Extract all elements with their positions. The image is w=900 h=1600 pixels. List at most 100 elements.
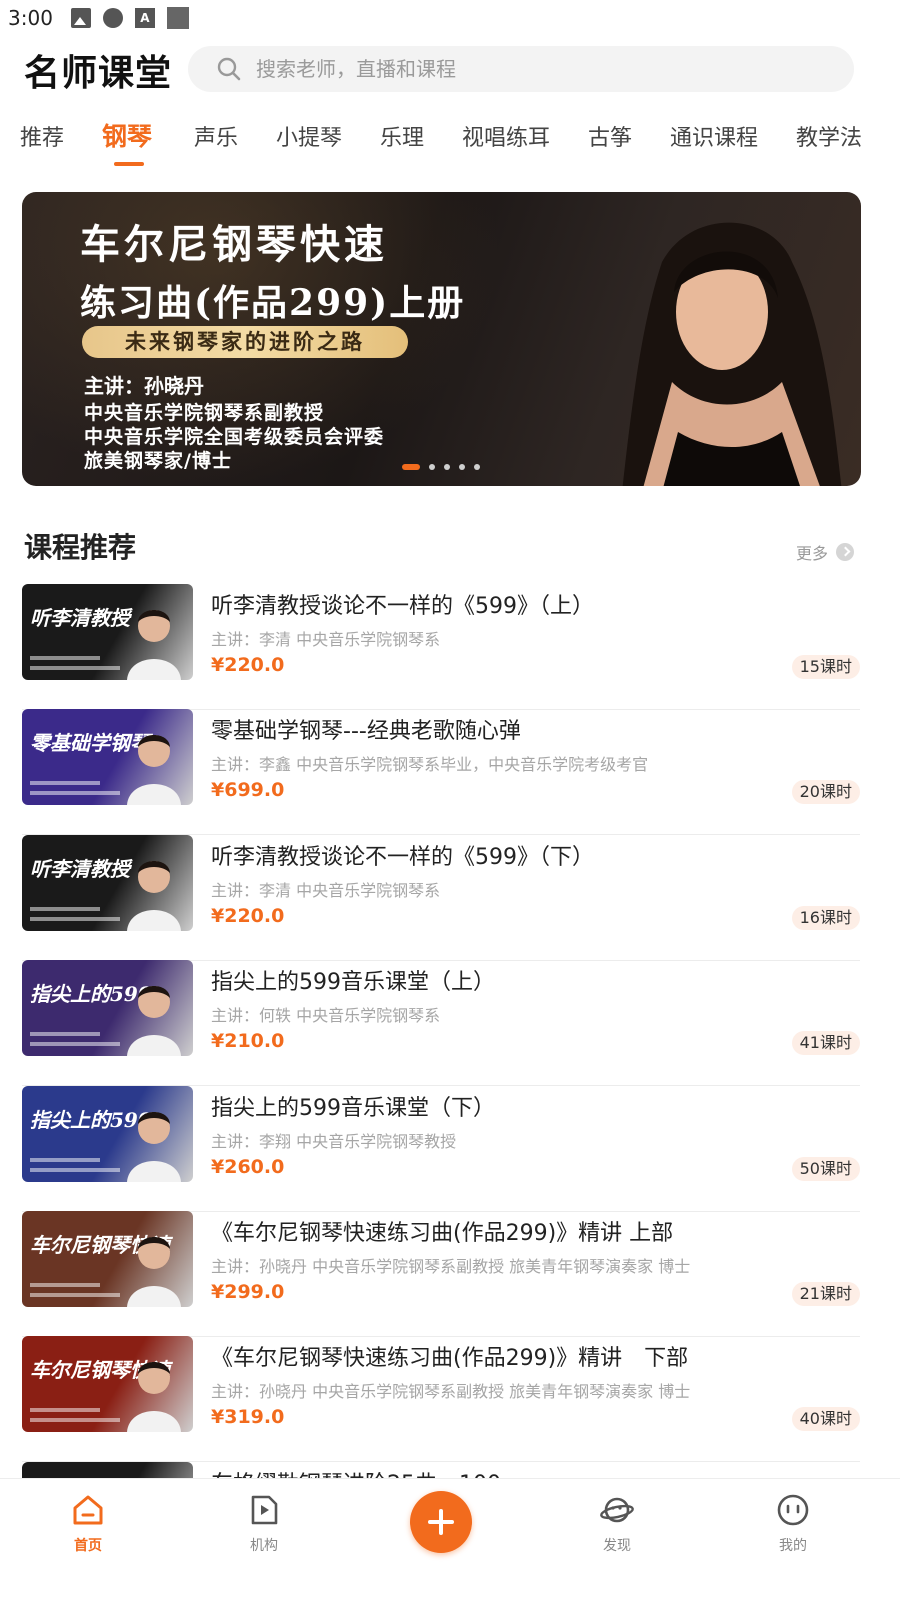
teacher-portrait — [127, 610, 181, 680]
lesson-count-badge: 41课时 — [791, 1031, 860, 1056]
tab-piano[interactable]: 钢琴 — [102, 117, 152, 153]
lesson-count-badge: 50课时 — [791, 1156, 860, 1181]
course-price: ¥699.0 — [211, 779, 285, 802]
course-item[interactable]: 零基础学钢琴 零基础学钢琴---经典老歌随心弹主讲：李鑫 中央音乐学院钢琴系毕业，… — [22, 709, 860, 836]
nav-profile[interactable]: 我的 — [753, 1493, 833, 1555]
tab-pedagogy[interactable]: 教学法 — [796, 120, 862, 152]
tab-violin[interactable]: 小提琴 — [276, 120, 342, 152]
face-icon — [777, 1494, 809, 1526]
banner-title-line2: 练习曲(作品299)上册 — [80, 282, 466, 324]
thumbnail-title: 听李清教授 — [30, 606, 130, 630]
teacher-portrait — [127, 986, 181, 1057]
nav-label: 我的 — [779, 1538, 807, 1554]
teacher-portrait — [127, 1111, 181, 1182]
tab-sight-singing[interactable]: 视唱练耳 — [462, 120, 550, 152]
nav-label: 发现 — [603, 1538, 631, 1554]
course-price: ¥220.0 — [211, 654, 285, 676]
header: 名师课堂 — [0, 40, 900, 100]
nav-discover[interactable]: 发现 — [577, 1493, 657, 1555]
course-title: 听李清教授谈论不一样的《599》（下） — [211, 844, 594, 870]
course-thumbnail[interactable]: 车尔尼钢琴快速 — [22, 1211, 193, 1307]
thumbnail-caption-line — [30, 791, 120, 796]
thumbnail-caption-line — [30, 656, 100, 660]
search-bar[interactable] — [188, 46, 854, 92]
lesson-count-badge: 21课时 — [791, 1282, 860, 1306]
course-thumbnail[interactable]: 听李清教授 — [22, 584, 193, 680]
course-item[interactable]: 指尖上的599 指尖上的599音乐课堂（上） 主讲：何轶 中央音乐学院钢琴系 ¥210… — [22, 960, 860, 1087]
category-tabs: 推荐 钢琴 声乐 小提琴 乐理 视唱练耳 古筝 通识课程 教学法 — [0, 112, 900, 172]
sync-notification-icon — [102, 8, 123, 28]
square-notification-icon — [166, 7, 189, 29]
tab-recommend[interactable]: 推荐 — [20, 120, 64, 152]
course-teacher: 主讲：孙晓丹 中央音乐学院钢琴系副教授 旅美青年钢琴演奏家 博士 — [211, 1382, 691, 1402]
tab-vocal[interactable]: 声乐 — [194, 120, 238, 152]
course-item[interactable]: 听李清教授 听李清教授谈论不一样的《599》（下） 主讲：李清 中央音乐学院钢琴系 ¥… — [22, 834, 860, 961]
status-bar: 3:00 A — [0, 0, 900, 36]
course-teacher: 主讲：李翔 中央音乐学院钢琴教授 — [211, 1131, 457, 1151]
teacher-portrait — [622, 222, 842, 486]
nav-home[interactable]: 首页 — [48, 1493, 128, 1555]
thumbnail-caption-line — [30, 1167, 120, 1172]
course-teacher: 主讲：孙晓丹 中央音乐学院钢琴系副教授 旅美青年钢琴演奏家 博士 — [211, 1257, 691, 1276]
course-teacher: 主讲：李清 中央音乐学院钢琴系 — [211, 880, 441, 900]
course-thumbnail[interactable]: 指尖上的599 — [22, 1085, 193, 1182]
thumbnail-caption-line — [30, 1157, 100, 1162]
section-title: 课程推荐 — [24, 531, 137, 564]
banner-pagination — [402, 464, 480, 470]
pagination-dot[interactable] — [459, 464, 465, 470]
course-item[interactable]: 车尔尼钢琴快速 《车尔尼钢琴快速练习曲(作品299)》精讲 下部 主讲：孙晓丹 中央… — [22, 1336, 860, 1463]
tab-general-courses[interactable]: 通识课程 — [670, 120, 758, 152]
course-thumbnail[interactable]: 零基础学钢琴 — [22, 709, 193, 806]
course-thumbnail[interactable]: 听李清教授 — [22, 834, 193, 931]
course-teacher: 主讲：李鑫 中央音乐学院钢琴系毕业，中央音乐学院考级考官 — [211, 755, 649, 775]
course-item[interactable]: 指尖上的599 指尖上的599音乐课堂（下） 主讲：李翔 中央音乐学院钢琴教授 ¥26… — [22, 1085, 860, 1212]
nav-label: 机构 — [250, 1538, 278, 1554]
tab-music-theory[interactable]: 乐理 — [380, 120, 424, 152]
course-price: ¥260.0 — [211, 1155, 285, 1178]
bottom-nav: 首页 机构 发现 我的 — [0, 1478, 900, 1600]
course-price: ¥210.0 — [211, 1030, 285, 1053]
thumbnail-caption-line — [30, 916, 120, 921]
banner-credential: 中央音乐学院全国考级委员会评委 — [84, 426, 385, 448]
course-thumbnail[interactable]: 车尔尼钢琴快速 — [22, 1336, 193, 1433]
course-title: 零基础学钢琴---经典老歌随心弹 — [211, 719, 521, 745]
course-title: 听李清教授谈论不一样的《599》（上） — [211, 594, 594, 619]
nav-label: 首页 — [74, 1538, 102, 1554]
add-button[interactable] — [410, 1491, 472, 1553]
thumbnail-title: 听李清教授 — [30, 856, 130, 881]
promo-banner[interactable]: 车尔尼钢琴快速 练习曲(作品299)上册 未来钢琴家的进阶之路 主讲：孙晓丹 中… — [22, 192, 861, 486]
course-title: 指尖上的599音乐课堂（下） — [211, 1095, 495, 1121]
pagination-dot[interactable] — [444, 464, 450, 470]
active-tab-indicator — [114, 162, 144, 166]
pagination-dot[interactable] — [402, 464, 420, 470]
teacher-portrait — [127, 860, 181, 931]
lesson-count-badge: 16课时 — [791, 905, 860, 930]
thumbnail-caption-line — [30, 906, 100, 911]
pagination-dot[interactable] — [474, 464, 480, 470]
more-label: 更多 — [796, 544, 829, 563]
course-thumbnail[interactable]: 指尖上的599 — [22, 960, 193, 1057]
banner-speaker: 主讲：孙晓丹 — [84, 374, 204, 398]
thumbnail-caption-line — [30, 1293, 120, 1297]
teacher-portrait — [127, 735, 181, 806]
page-title: 名师课堂 — [24, 53, 173, 94]
a-notification-icon: A — [134, 8, 155, 28]
search-input[interactable] — [256, 57, 816, 81]
lesson-count-badge: 40课时 — [791, 1407, 860, 1432]
course-item[interactable]: 听李清教授 听李清教授谈论不一样的《599》（上） 主讲：李清 中央音乐学院钢琴系 ¥… — [22, 584, 860, 710]
course-item[interactable]: 车尔尼钢琴快速 《车尔尼钢琴快速练习曲(作品299)》精讲 上部 主讲：孙晓丹 中央… — [22, 1211, 860, 1337]
planet-icon — [600, 1497, 634, 1523]
thumbnail-caption-line — [30, 1042, 120, 1047]
pagination-dot[interactable] — [429, 464, 435, 470]
course-teacher: 主讲：李清 中央音乐学院钢琴系 — [211, 630, 441, 649]
tab-guzheng[interactable]: 古筝 — [588, 120, 632, 152]
banner-credential: 旅美钢琴家/博士 — [84, 450, 232, 472]
banner-credential: 中央音乐学院钢琴系副教授 — [84, 402, 325, 424]
chevron-right-icon — [836, 543, 855, 561]
more-link[interactable]: 更多 — [796, 540, 855, 564]
status-time: 3:00 — [8, 6, 53, 30]
banner-slogan: 未来钢琴家的进阶之路 — [82, 326, 408, 358]
play-file-icon — [251, 1495, 278, 1525]
nav-institutions[interactable]: 机构 — [224, 1493, 304, 1555]
thumbnail-caption-line — [30, 1283, 100, 1287]
